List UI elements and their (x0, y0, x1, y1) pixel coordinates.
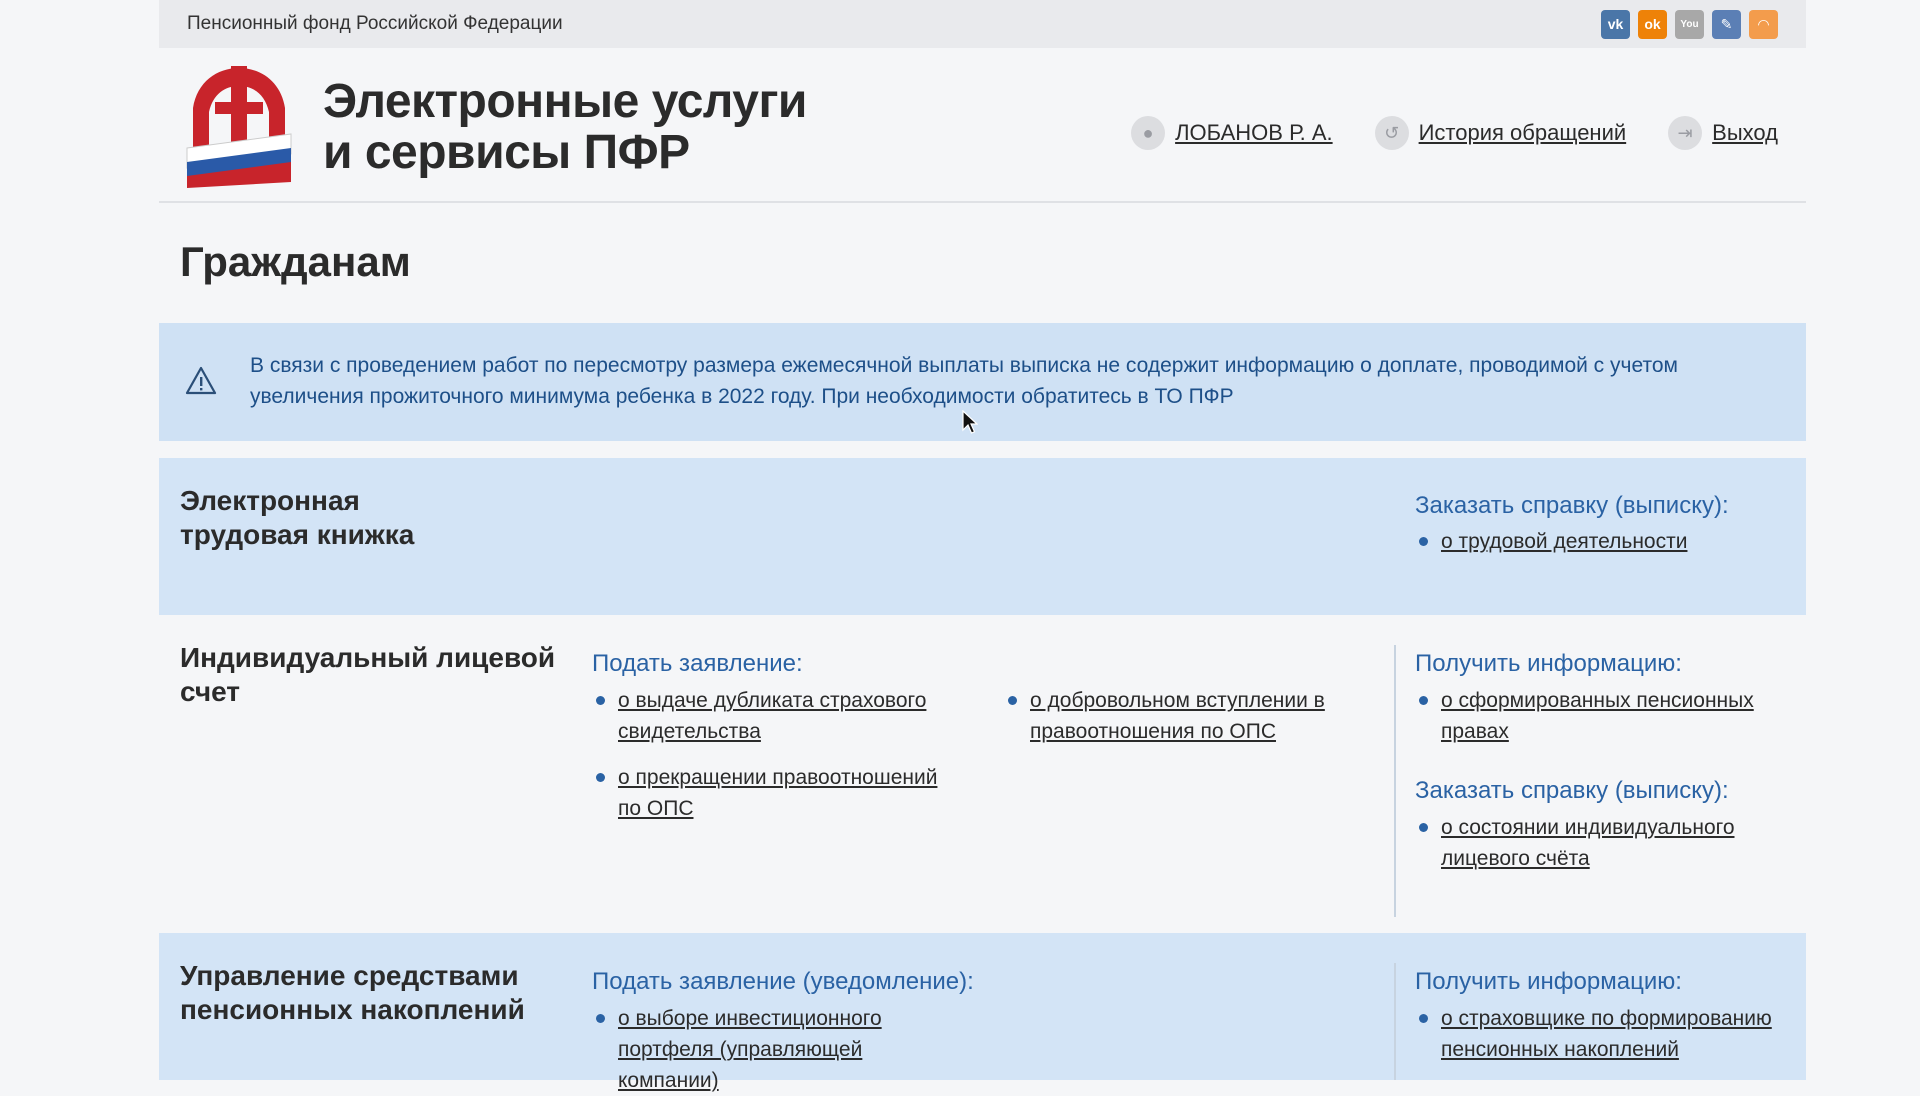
org-name: Пенсионный фонд Российской Федерации (187, 13, 563, 34)
top-bar: Пенсионный фонд Российской Федерации vk … (159, 0, 1806, 48)
warning-icon (185, 366, 217, 395)
section-title-line2: пенсионных накоплений (180, 994, 525, 1025)
link-account-status[interactable]: о состоянии индивидуального лицевого счё… (1441, 816, 1735, 870)
link-terminate-ops[interactable]: о прекращении правоотношений по ОПС (618, 766, 937, 820)
link-work-activity[interactable]: о трудовой деятельности (1441, 530, 1687, 553)
section-title-line1: Электронная (180, 485, 360, 516)
youtube-icon[interactable]: You (1675, 9, 1704, 39)
list-item: о добровольном вступлении в правоотношен… (1004, 685, 1370, 747)
list-item: о трудовой деятельности (1415, 526, 1801, 557)
user-icon: ● (1131, 116, 1166, 150)
history[interactable]: ↺ История обращений (1374, 116, 1627, 150)
link-duplicate-certificate[interactable]: о выдаче дубликата страхового свидетельс… (618, 689, 926, 743)
section-title-line2: трудовая книжка (180, 519, 415, 550)
section-pension-savings: Управление средствами пенсионных накопле… (159, 933, 1806, 1092)
list-item: о прекращении правоотношений по ОПС (592, 762, 958, 824)
site-header: Электронные услуги и сервисы ПФР ● ЛОБАН… (159, 48, 1806, 203)
mouse-cursor-icon (962, 410, 978, 434)
submit-application-heading: Подать заявление: (592, 650, 803, 677)
get-info-heading: Получить информацию: (1415, 650, 1682, 677)
vk-icon[interactable]: vk (1601, 9, 1630, 39)
link-investment-portfolio[interactable]: о выборе инвестиционного портфеля (управ… (618, 1007, 882, 1092)
site-title-line2: и сервисы ПФР (323, 126, 690, 179)
column-divider (1394, 963, 1396, 1080)
section-work-book: Электронная трудовая книжка Заказать спр… (159, 458, 1806, 615)
list-item: о страховщике по формированию пенсионных… (1415, 1003, 1811, 1065)
list-item: о выдаче дубликата страхового свидетельс… (592, 685, 958, 747)
site-title-line1: Электронные услуги (323, 75, 807, 128)
notice-text: В связи с проведением работ по пересмотр… (250, 354, 1678, 408)
pfr-logo[interactable] (179, 64, 299, 188)
list-item: о выборе инвестиционного портфеля (управ… (592, 1003, 918, 1096)
rss-icon[interactable]: ◠ (1749, 9, 1778, 39)
link-voluntary-ops[interactable]: о добровольном вступлении в правоотношен… (1030, 689, 1325, 743)
list-item: о сформированных пенсионных правах (1415, 685, 1801, 747)
link-insurer-info[interactable]: о страховщике по формированию пенсионных… (1441, 1007, 1772, 1061)
section-title-line1: Индивидуальный лицевой (180, 642, 556, 673)
odnoklassniki-icon[interactable]: ok (1638, 9, 1667, 39)
logout[interactable]: ⇥ Выход (1668, 116, 1778, 150)
history-link[interactable]: История обращений (1419, 120, 1627, 146)
logout-icon: ⇥ (1668, 116, 1703, 150)
submit-notification-heading: Подать заявление (уведомление): (592, 968, 974, 995)
page-title: Гражданам (180, 238, 411, 285)
section-title: Управление средствами пенсионных накопле… (180, 959, 525, 1027)
logout-link[interactable]: Выход (1712, 120, 1778, 146)
link-pension-rights[interactable]: о сформированных пенсионных правах (1441, 689, 1754, 743)
list-item: о состоянии индивидуального лицевого счё… (1415, 812, 1801, 874)
order-statement-heading: Заказать справку (выписку): (1415, 777, 1729, 804)
site-title: Электронные услуги и сервисы ПФР (323, 76, 807, 178)
user-profile[interactable]: ● ЛОБАНОВ Р. А. (1131, 116, 1333, 150)
history-icon: ↺ (1374, 116, 1409, 150)
user-nav: ● ЛОБАНОВ Р. А. ↺ История обращений ⇥ Вы… (1131, 116, 1778, 150)
social-links: vk ok You ✎ ◠ (1601, 9, 1778, 39)
section-title-line1: Управление средствами (180, 960, 519, 991)
get-info-heading: Получить информацию: (1415, 968, 1682, 995)
column-divider (1394, 645, 1396, 917)
notice-banner: В связи с проведением работ по пересмотр… (159, 323, 1806, 441)
order-statement-heading: Заказать справку (выписку): (1415, 492, 1729, 519)
section-title-line2: счет (180, 676, 241, 707)
section-title: Индивидуальный лицевой счет (180, 641, 555, 709)
user-name-link[interactable]: ЛОБАНОВ Р. А. (1175, 120, 1333, 146)
section-title: Электронная трудовая книжка (180, 484, 414, 552)
livejournal-icon[interactable]: ✎ (1712, 9, 1741, 39)
section-personal-account: Индивидуальный лицевой счет Подать заявл… (159, 615, 1806, 933)
